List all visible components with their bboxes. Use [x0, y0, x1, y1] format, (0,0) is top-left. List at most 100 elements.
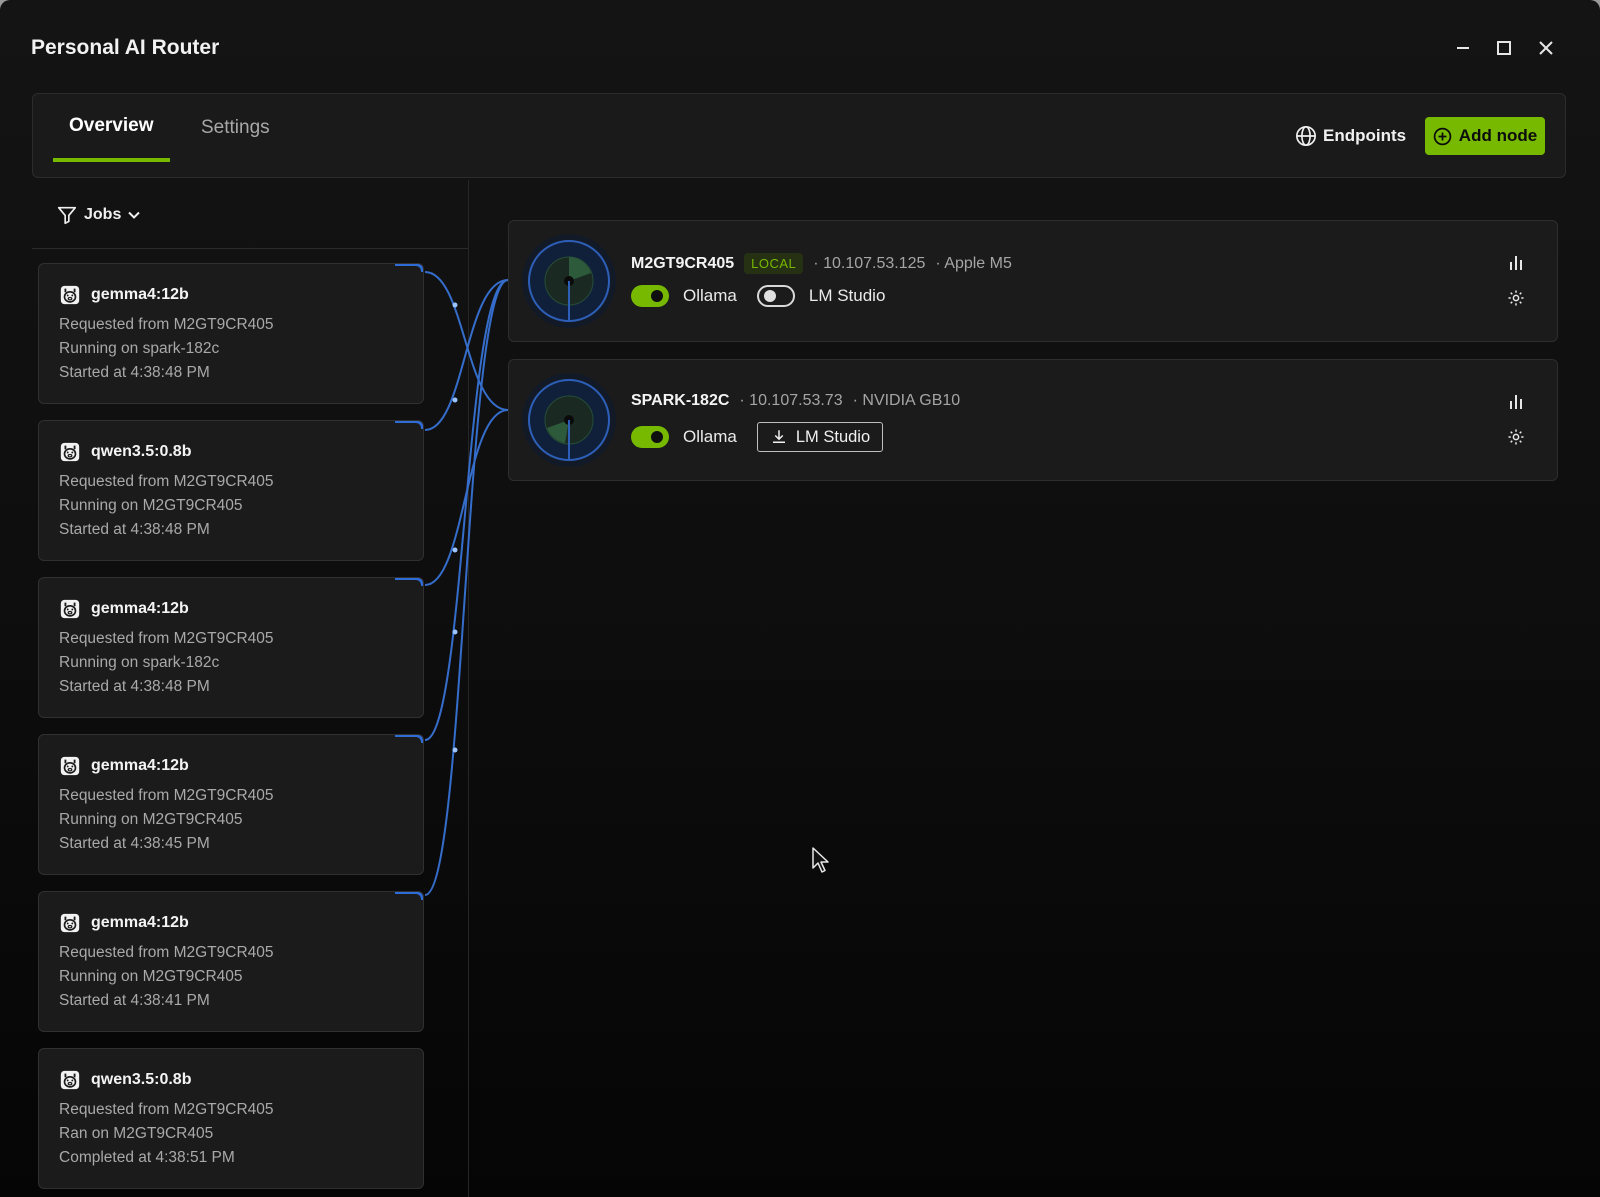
mouse-cursor-icon — [812, 847, 829, 873]
ollama-toggle[interactable] — [631, 285, 669, 307]
node-name: SPARK-182C — [631, 392, 730, 409]
job-card[interactable]: gemma4:12b Requested from M2GT9CR405 Runni… — [38, 263, 424, 404]
add-node-button[interactable]: Add node — [1425, 117, 1545, 155]
job-time: Started at 4:38:45 PM — [59, 835, 210, 852]
connector-dot — [452, 747, 458, 753]
llama-icon — [60, 1070, 80, 1090]
job-card[interactable]: gemma4:12b Requested from M2GT9CR405 Runni… — [38, 577, 424, 718]
connector-dot — [452, 629, 458, 635]
close-icon — [1539, 41, 1553, 55]
job-running: Ran on M2GT9CR405 — [59, 1125, 214, 1142]
node-stats-button[interactable] — [1505, 251, 1527, 273]
job-running: Running on M2GT9CR405 — [59, 968, 243, 985]
top-navigation-bar: Overview Settings Endpoints Add node — [32, 93, 1566, 178]
connector-dot — [452, 547, 458, 553]
node-ip: · 10.107.53.73 — [739, 392, 843, 409]
ollama-label: Ollama — [683, 286, 737, 305]
job-requested: Requested from M2GT9CR405 — [59, 630, 274, 647]
app-window: Personal AI Router Overview Settings End… — [0, 0, 1600, 1197]
node-hardware: · Apple M5 — [935, 254, 1012, 272]
job-card[interactable]: qwen3.5:0.8b Requested from M2GT9CR405 Ran… — [38, 1048, 424, 1189]
job-model: gemma4:12b — [91, 600, 189, 617]
node-info-row: SPARK-182C · 10.107.53.73 · NVIDIA GB10 — [631, 392, 960, 410]
node-status-orb — [522, 373, 616, 467]
close-button[interactable] — [1532, 34, 1560, 62]
bar-chart-icon — [1510, 395, 1522, 409]
job-node-connectors — [424, 271, 509, 896]
job-header: qwen3.5:0.8b — [59, 441, 191, 463]
add-node-label: Add node — [1458, 126, 1538, 145]
title-bar: Personal AI Router — [0, 0, 1600, 92]
lm-studio-label: LM Studio — [808, 286, 886, 305]
connector-line — [424, 279, 509, 896]
node-status-orb — [522, 234, 616, 328]
minimize-button[interactable] — [1449, 34, 1477, 62]
llama-icon — [60, 285, 80, 305]
gear-icon — [1508, 429, 1524, 445]
job-header: gemma4:12b — [59, 755, 189, 777]
node-settings-button[interactable] — [1505, 426, 1527, 448]
install-lm-studio-button[interactable]: LM Studio — [756, 422, 884, 452]
divider — [32, 248, 468, 249]
job-running: Running on M2GT9CR405 — [59, 811, 243, 828]
download-icon — [772, 430, 785, 443]
job-card[interactable]: gemma4:12b Requested from M2GT9CR405 Runni… — [38, 891, 424, 1032]
plus-circle-icon — [1433, 127, 1452, 145]
llama-icon — [60, 756, 80, 776]
tab-overview[interactable]: Overview — [53, 94, 170, 162]
job-running: Running on spark-182c — [59, 654, 220, 671]
job-model: qwen3.5:0.8b — [91, 1071, 192, 1088]
endpoints-label: Endpoints — [1323, 126, 1407, 145]
node-hardware: · NVIDIA GB10 — [852, 392, 961, 409]
node-ip: · 10.107.53.125 — [813, 254, 926, 272]
node-card-m2gt9cr405: M2GT9CR405 LOCAL · 10.107.53.125 · Apple… — [508, 220, 1558, 342]
llama-icon — [60, 442, 80, 462]
job-requested: Requested from M2GT9CR405 — [59, 944, 274, 961]
job-header: gemma4:12b — [59, 284, 189, 306]
lm-studio-label: LM Studio — [795, 427, 871, 446]
jobs-panel: Jobs gemma4:12b Requested from M2GT9CR405… — [32, 180, 469, 1197]
node-info-row: M2GT9CR405 LOCAL · 10.107.53.125 · Apple… — [631, 253, 1012, 274]
node-services-row: Ollama LM Studio — [631, 422, 884, 452]
job-running: Running on spark-182c — [59, 340, 220, 357]
bar-chart-icon — [1510, 256, 1522, 270]
job-card[interactable]: gemma4:12b Requested from M2GT9CR405 Runni… — [38, 734, 424, 875]
job-running: Running on M2GT9CR405 — [59, 497, 243, 514]
job-model: gemma4:12b — [91, 286, 189, 303]
job-time: Completed at 4:38:51 PM — [59, 1149, 235, 1166]
job-model: gemma4:12b — [91, 914, 189, 931]
jobs-filter-dropdown[interactable]: Jobs — [56, 204, 141, 226]
job-time: Started at 4:38:48 PM — [59, 521, 210, 538]
tab-settings[interactable]: Settings — [185, 94, 286, 162]
node-settings-button[interactable] — [1505, 287, 1527, 309]
maximize-icon — [1497, 41, 1511, 55]
lm-studio-toggle[interactable] — [756, 285, 795, 307]
job-time: Started at 4:38:41 PM — [59, 992, 210, 1009]
app-title: Personal AI Router — [31, 36, 220, 59]
connector-dot — [452, 302, 458, 308]
endpoints-button[interactable]: Endpoints — [1295, 120, 1406, 152]
connector-dot — [452, 397, 458, 403]
node-services-row: Ollama LM Studio — [631, 285, 885, 307]
node-card-spark-182c: SPARK-182C · 10.107.53.73 · NVIDIA GB10 … — [508, 359, 1558, 481]
minimize-icon — [1457, 47, 1469, 49]
job-requested: Requested from M2GT9CR405 — [59, 473, 274, 490]
llama-icon — [60, 599, 80, 619]
job-time: Started at 4:38:48 PM — [59, 364, 210, 381]
job-header: gemma4:12b — [59, 598, 189, 620]
ollama-label: Ollama — [683, 427, 737, 446]
local-badge: LOCAL — [744, 253, 804, 274]
job-header: qwen3.5:0.8b — [59, 1069, 191, 1091]
node-stats-button[interactable] — [1505, 390, 1527, 412]
job-model: qwen3.5:0.8b — [91, 443, 192, 460]
ollama-toggle[interactable] — [631, 426, 669, 448]
jobs-filter-label: Jobs — [84, 206, 122, 223]
maximize-button[interactable] — [1490, 34, 1518, 62]
llama-icon — [60, 913, 80, 933]
job-time: Started at 4:38:48 PM — [59, 678, 210, 695]
job-header: gemma4:12b — [59, 912, 189, 934]
job-card[interactable]: qwen3.5:0.8b Requested from M2GT9CR405 Run… — [38, 420, 424, 561]
job-requested: Requested from M2GT9CR405 — [59, 787, 274, 804]
gear-icon — [1508, 290, 1524, 306]
filter-icon — [57, 206, 77, 225]
